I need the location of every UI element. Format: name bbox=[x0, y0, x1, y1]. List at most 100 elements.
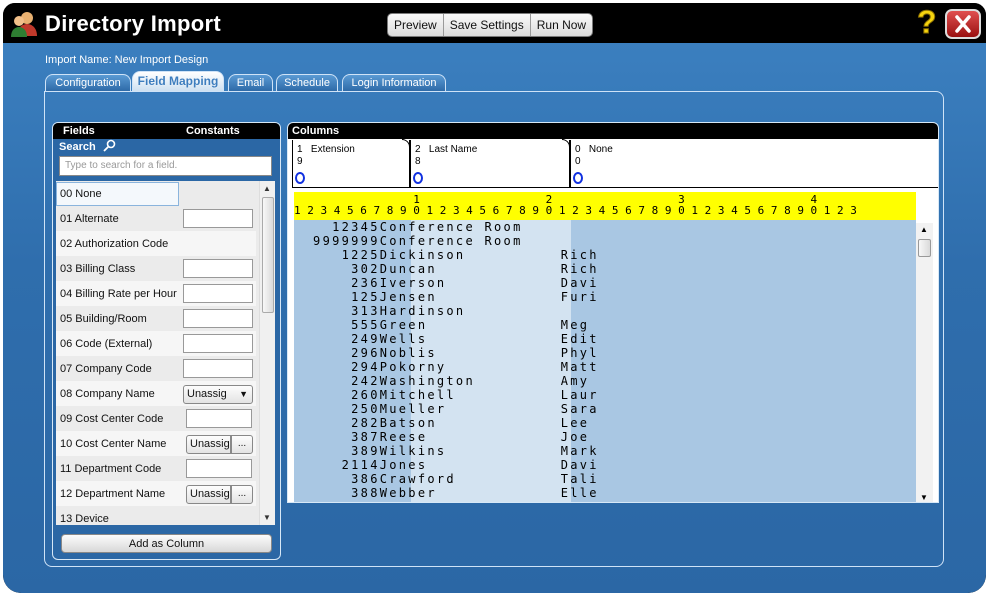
close-button[interactable] bbox=[945, 9, 981, 39]
constant-input[interactable] bbox=[186, 409, 252, 428]
field-label: 01 Alternate bbox=[60, 213, 119, 225]
constant-input[interactable] bbox=[183, 334, 253, 353]
columns-header: Columns bbox=[288, 123, 938, 139]
list-item[interactable]: 10 Cost Center Name Unassig ... bbox=[56, 431, 256, 456]
data-row: 555Green Meg bbox=[294, 318, 599, 332]
data-row: 388Webber Elle bbox=[294, 486, 599, 500]
data-row: 1225Dickinson Rich bbox=[294, 248, 599, 262]
list-item[interactable]: 05 Building/Room bbox=[56, 306, 256, 331]
tab-label: Email bbox=[236, 77, 265, 89]
scroll-down-icon[interactable]: ▼ bbox=[263, 513, 271, 522]
scroll-up-icon[interactable]: ▲ bbox=[263, 184, 271, 193]
tab-label: Login Information bbox=[351, 77, 437, 89]
list-item[interactable]: 07 Company Code bbox=[56, 356, 256, 381]
app-window: Directory Import Preview Save Settings R… bbox=[3, 3, 986, 593]
import-name-label: Import Name: New Import Design bbox=[45, 54, 209, 66]
list-item[interactable]: 02 Authorization Code bbox=[56, 231, 256, 256]
column-width-value: 8 bbox=[415, 156, 421, 167]
tab-field-mapping[interactable]: Field Mapping bbox=[132, 71, 224, 91]
constant-input[interactable] bbox=[183, 359, 253, 378]
tab-schedule[interactable]: Schedule bbox=[276, 74, 338, 91]
list-item[interactable]: 08 Company Name Unassig ▼ bbox=[56, 381, 256, 406]
field-label: 04 Billing Rate per Hour bbox=[60, 288, 177, 300]
field-label: 07 Company Code bbox=[60, 363, 152, 375]
tab-label: Field Mapping bbox=[137, 74, 219, 88]
field-label: 11 Department Code bbox=[60, 463, 162, 475]
constant-select[interactable]: Unassig ▼ bbox=[183, 385, 253, 404]
question-mark-icon[interactable]: ? bbox=[914, 5, 940, 39]
run-now-button[interactable]: Run Now bbox=[531, 14, 592, 36]
scroll-thumb[interactable] bbox=[918, 239, 931, 257]
data-row: 313Hardinson bbox=[294, 304, 609, 318]
card-corner bbox=[402, 139, 410, 147]
toolbar: Preview Save Settings Run Now bbox=[387, 13, 594, 37]
list-item[interactable]: 04 Billing Rate per Hour bbox=[56, 281, 256, 306]
field-label: 03 Billing Class bbox=[60, 263, 136, 275]
data-row: 387Reese Joe bbox=[294, 430, 599, 444]
columns-scrollbar[interactable]: ▲ ▼ bbox=[916, 223, 933, 502]
constant-select[interactable]: Unassig bbox=[186, 435, 231, 454]
constant-input[interactable] bbox=[183, 209, 253, 228]
drag-handle-icon[interactable] bbox=[413, 172, 423, 184]
select-value: Unassig bbox=[187, 388, 227, 400]
list-item[interactable]: 11 Department Code bbox=[56, 456, 256, 481]
field-label: 00 None bbox=[60, 188, 102, 200]
list-item[interactable]: 03 Billing Class bbox=[56, 256, 256, 281]
column-card[interactable]: 0 None 0 bbox=[570, 140, 938, 188]
list-item[interactable]: 06 Code (External) bbox=[56, 331, 256, 356]
fields-header: Fields Constants bbox=[53, 123, 280, 139]
scroll-down-icon[interactable]: ▼ bbox=[920, 493, 928, 502]
data-row: 2114Jones Davi bbox=[294, 458, 599, 472]
title-bar: Directory Import Preview Save Settings R… bbox=[3, 3, 986, 43]
close-x-icon bbox=[955, 15, 971, 33]
search-label: Search bbox=[59, 141, 96, 153]
tab-label: Schedule bbox=[284, 77, 330, 89]
directory-users-icon bbox=[11, 12, 37, 37]
browse-button[interactable]: ... bbox=[231, 435, 253, 454]
main-area: Import Name: New Import Design Configura… bbox=[3, 43, 986, 593]
browse-button[interactable]: ... bbox=[231, 485, 253, 504]
field-search-input[interactable]: Type to search for a field. bbox=[59, 156, 272, 176]
tab-configuration[interactable]: Configuration bbox=[45, 74, 131, 91]
scroll-thumb[interactable] bbox=[262, 197, 274, 313]
preview-button[interactable]: Preview bbox=[388, 14, 444, 36]
list-item[interactable]: 01 Alternate bbox=[56, 206, 256, 231]
constant-input[interactable] bbox=[186, 459, 252, 478]
constant-input[interactable] bbox=[183, 259, 253, 278]
data-row: 125Jensen Furi bbox=[294, 290, 599, 304]
list-item[interactable]: 00 None bbox=[56, 181, 256, 206]
list-item[interactable]: 09 Cost Center Code bbox=[56, 406, 256, 431]
data-row: 294Pokorny Matt bbox=[294, 360, 599, 374]
dropdown-arrow-icon: ▼ bbox=[239, 389, 248, 399]
constant-input[interactable] bbox=[183, 309, 253, 328]
tab-login-information[interactable]: Login Information bbox=[342, 74, 446, 91]
field-list-scrollbar[interactable]: ▲ ▼ bbox=[259, 181, 275, 525]
magnifier-icon bbox=[103, 139, 116, 152]
field-label: 10 Cost Center Name bbox=[60, 438, 167, 450]
column-mapping-label: 0 None bbox=[575, 144, 613, 155]
tab-email[interactable]: Email bbox=[228, 74, 273, 91]
column-card[interactable]: 2 Last Name 8 bbox=[410, 139, 570, 188]
data-row: 250Mueller Sara bbox=[294, 402, 599, 416]
drag-handle-icon[interactable] bbox=[573, 172, 583, 184]
column-card[interactable]: 1 Extension 9 bbox=[292, 139, 410, 188]
constant-select[interactable]: Unassig bbox=[186, 485, 231, 504]
list-item[interactable]: 12 Department Name Unassig ... bbox=[56, 481, 256, 506]
field-label: 09 Cost Center Code bbox=[60, 413, 164, 425]
drag-handle-icon[interactable] bbox=[295, 172, 305, 184]
constant-input[interactable] bbox=[183, 284, 253, 303]
data-row: 242Washington Amy bbox=[294, 374, 599, 388]
save-settings-button[interactable]: Save Settings bbox=[444, 14, 531, 36]
add-as-column-button[interactable]: Add as Column bbox=[61, 534, 272, 553]
list-item[interactable]: 13 Device bbox=[56, 506, 256, 525]
columns-panel: Columns 1 Extension 9 2 Last Name 8 0 No… bbox=[287, 122, 939, 503]
column-band-none bbox=[571, 220, 916, 502]
column-width-value: 0 bbox=[575, 156, 581, 167]
data-row: 386Crawford Tali bbox=[294, 472, 599, 486]
field-list: 00 None 01 Alternate 02 Authorization Co… bbox=[56, 181, 275, 525]
scroll-up-icon[interactable]: ▲ bbox=[920, 225, 928, 234]
ruler-units: 1 2 3 4 5 6 7 8 9 0 1 2 3 4 5 6 7 8 9 0 … bbox=[294, 204, 857, 217]
field-label: 08 Company Name bbox=[60, 388, 155, 400]
field-label: 13 Device bbox=[60, 513, 109, 525]
columns-heading: Columns bbox=[292, 125, 340, 137]
